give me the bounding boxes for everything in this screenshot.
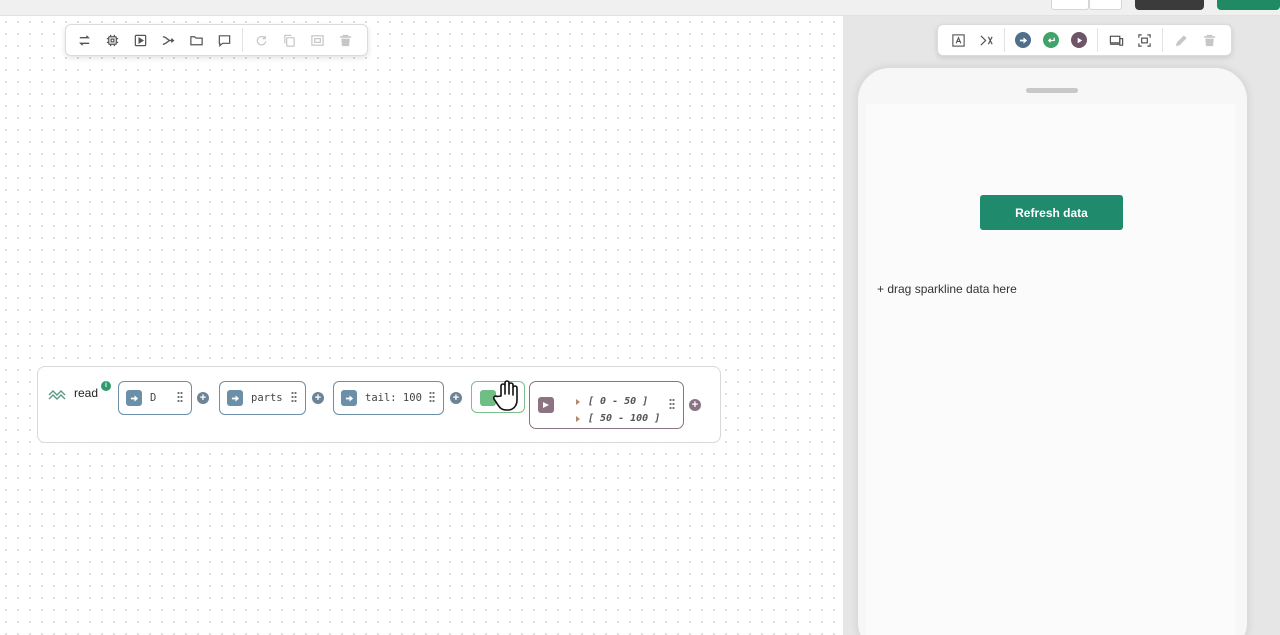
trash-disabled-icon (1195, 26, 1223, 54)
add-step-icon[interactable]: + (689, 399, 701, 411)
toolbar-divider (1162, 28, 1163, 52)
flow-node-parts[interactable]: parts (219, 381, 306, 415)
merge-icon[interactable] (154, 26, 182, 54)
top-bar (0, 0, 1280, 16)
hand-cursor-icon (491, 378, 523, 412)
swap-icon[interactable] (70, 26, 98, 54)
text-frame-icon[interactable] (944, 26, 972, 54)
folder-icon[interactable] (182, 26, 210, 54)
drag-handle-icon[interactable] (429, 391, 435, 403)
toolbar-divider (242, 28, 243, 52)
toolbar-divider (1097, 28, 1098, 52)
node-label: parts (251, 392, 283, 404)
expand-arrow-icon[interactable] (576, 416, 580, 422)
top-dark-button[interactable] (1135, 0, 1204, 10)
add-step-icon[interactable]: + (450, 392, 462, 404)
add-step-icon[interactable]: + (197, 392, 209, 404)
copy-disabled-icon (275, 26, 303, 54)
canvas-toolbar (65, 24, 368, 56)
top-action-button-left[interactable] (1051, 0, 1089, 10)
toolbar-divider (1004, 28, 1005, 52)
add-step-icon[interactable]: + (312, 392, 324, 404)
fit-screen-icon[interactable] (1130, 26, 1158, 54)
drag-handle-icon[interactable] (669, 398, 675, 410)
output-arrow-icon (538, 397, 554, 413)
input-arrow-icon (227, 390, 243, 406)
sparkline-dropzone[interactable]: + drag sparkline data here (877, 282, 1017, 296)
output-node[interactable]: [ 0 - 50 ] [ 50 - 100 ] (529, 381, 684, 429)
phone-screen (866, 104, 1235, 635)
node-label: D (150, 392, 157, 404)
top-primary-button[interactable] (1217, 0, 1280, 10)
top-action-button-right[interactable] (1089, 0, 1122, 10)
input-arrow-icon (341, 390, 357, 406)
comment-icon[interactable] (210, 26, 238, 54)
info-badge-icon[interactable]: i (101, 381, 111, 391)
sparkline-icon (48, 386, 66, 400)
flow-canvas[interactable] (0, 16, 843, 635)
play-box-icon[interactable] (126, 26, 154, 54)
refresh-data-button[interactable]: Refresh data (980, 195, 1123, 230)
edit-disabled-icon (1167, 26, 1195, 54)
drag-handle-icon[interactable] (291, 391, 297, 403)
return-circle-icon[interactable] (1037, 26, 1065, 54)
input-arrow-icon (126, 390, 142, 406)
output-circle-icon[interactable] (1065, 26, 1093, 54)
devices-icon[interactable] (1102, 26, 1130, 54)
variable-icon[interactable] (972, 26, 1000, 54)
expand-arrow-icon[interactable] (576, 399, 580, 405)
trash-disabled-icon (331, 26, 359, 54)
refresh-disabled-icon (247, 26, 275, 54)
range-item: [ 0 - 50 ] (588, 396, 649, 407)
input-circle-icon[interactable] (1009, 26, 1037, 54)
flow-node-tail[interactable]: tail: 100 (333, 381, 444, 415)
phone-notch (1026, 88, 1078, 93)
flow-node-d[interactable]: D (118, 381, 192, 415)
flow-label: read (74, 386, 99, 400)
drag-handle-icon[interactable] (177, 391, 183, 403)
node-label: tail: 100 (365, 392, 422, 404)
preview-toolbar (937, 24, 1232, 56)
chip-icon[interactable] (98, 26, 126, 54)
frame-disabled-icon (303, 26, 331, 54)
range-item: [ 50 - 100 ] (588, 413, 661, 424)
